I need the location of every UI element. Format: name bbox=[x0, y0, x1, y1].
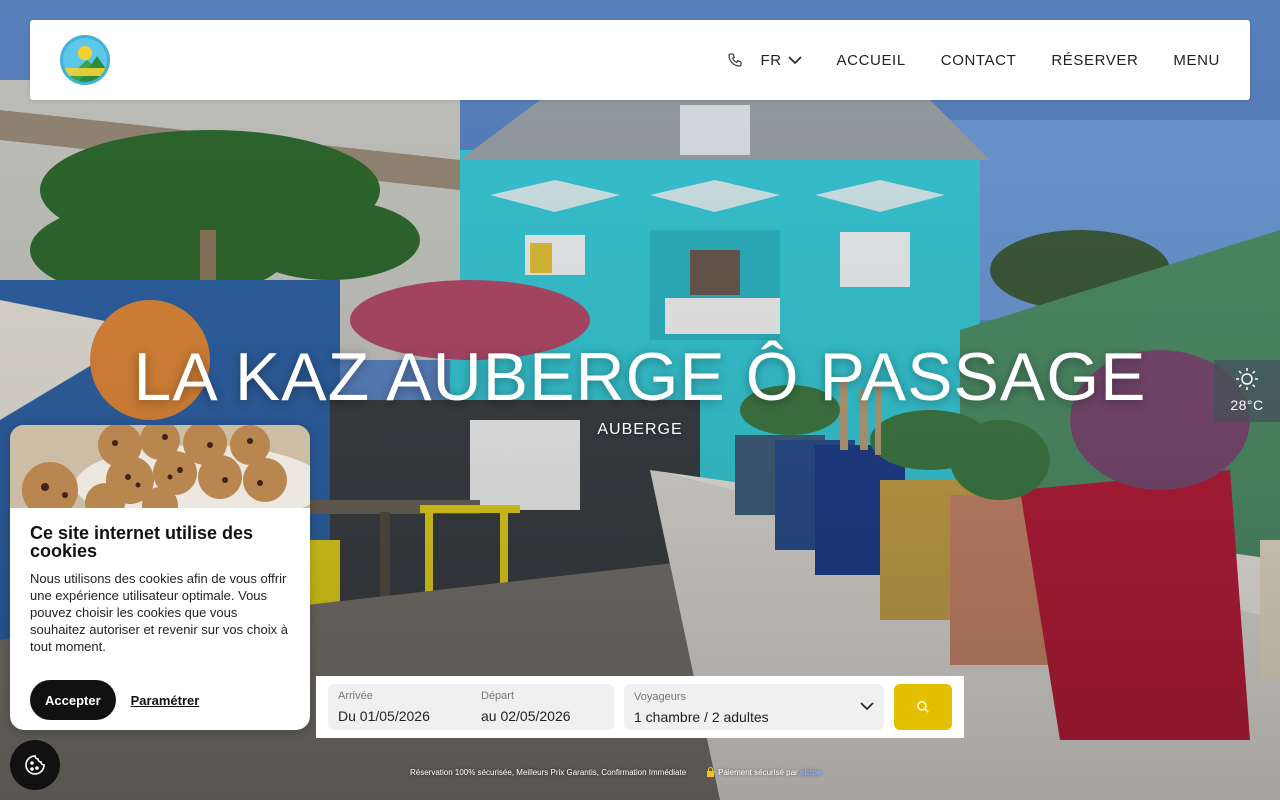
cookie-banner: Ce site internet utilise des cookies Nou… bbox=[10, 425, 310, 730]
nav-contact[interactable]: CONTACT bbox=[941, 52, 1017, 69]
guests-value: 1 chambre / 2 adultes bbox=[634, 709, 769, 725]
accept-cookies-button[interactable]: Accepter bbox=[30, 680, 116, 720]
cookie-settings-link[interactable]: Paramétrer bbox=[131, 693, 200, 708]
departure-value: au 02/05/2026 bbox=[481, 708, 571, 724]
nav-accueil[interactable]: ACCUEIL bbox=[837, 52, 906, 69]
search-icon bbox=[917, 701, 929, 713]
weather-widget: 28°C bbox=[1214, 360, 1280, 422]
cookies-image bbox=[10, 425, 310, 508]
nav-reserver[interactable]: RÉSERVER bbox=[1051, 52, 1138, 69]
cookie-text: Nous utilisons des cookies afin de vous … bbox=[30, 571, 288, 654]
site-header: FR ACCUEIL CONTACT RÉSERVER MENU bbox=[30, 20, 1250, 100]
guests-select[interactable]: Voyageurs 1 chambre / 2 adultes bbox=[624, 684, 884, 730]
hero-title: LA KAZ AUBERGE Ô PASSAGE bbox=[133, 339, 1147, 415]
chevron-down-icon bbox=[860, 702, 874, 711]
date-picker[interactable]: Arrivée Du 01/05/2026 Départ au 02/05/20… bbox=[328, 684, 614, 730]
site-logo[interactable] bbox=[60, 35, 110, 85]
language-label: FR bbox=[760, 51, 782, 69]
booking-bar: Arrivée Du 01/05/2026 Départ au 02/05/20… bbox=[316, 676, 964, 738]
guests-label: Voyageurs bbox=[634, 691, 686, 703]
lock-icon bbox=[707, 767, 715, 777]
main-nav: FR ACCUEIL CONTACT RÉSERVER MENU bbox=[727, 20, 1220, 100]
departure-label: Départ bbox=[481, 690, 515, 702]
arrival-field[interactable]: Arrivée Du 01/05/2026 bbox=[328, 684, 471, 730]
cookie-icon bbox=[25, 755, 45, 775]
departure-field[interactable]: Départ au 02/05/2026 bbox=[471, 684, 614, 730]
chevron-down-icon bbox=[787, 55, 802, 64]
payment-text: Paiement sécurisé par bbox=[718, 767, 798, 777]
arrival-value: Du 01/05/2026 bbox=[338, 708, 430, 724]
sun-icon bbox=[1236, 368, 1258, 390]
arrival-label: Arrivée bbox=[338, 690, 373, 702]
cookie-title: Ce site internet utilise des cookies bbox=[30, 523, 254, 561]
phone-icon[interactable] bbox=[727, 51, 745, 69]
stripe-logo: stripe bbox=[799, 767, 822, 777]
search-button[interactable] bbox=[894, 684, 952, 730]
cookie-settings-button[interactable] bbox=[10, 740, 60, 790]
booking-footnote: Réservation 100% sécurisée, Meilleurs Pr… bbox=[410, 767, 822, 777]
language-selector[interactable]: FR bbox=[761, 52, 802, 69]
nav-menu[interactable]: MENU bbox=[1173, 52, 1220, 69]
guarantees-text: Réservation 100% sécurisée, Meilleurs Pr… bbox=[410, 767, 687, 777]
temperature: 28°C bbox=[1230, 397, 1264, 413]
